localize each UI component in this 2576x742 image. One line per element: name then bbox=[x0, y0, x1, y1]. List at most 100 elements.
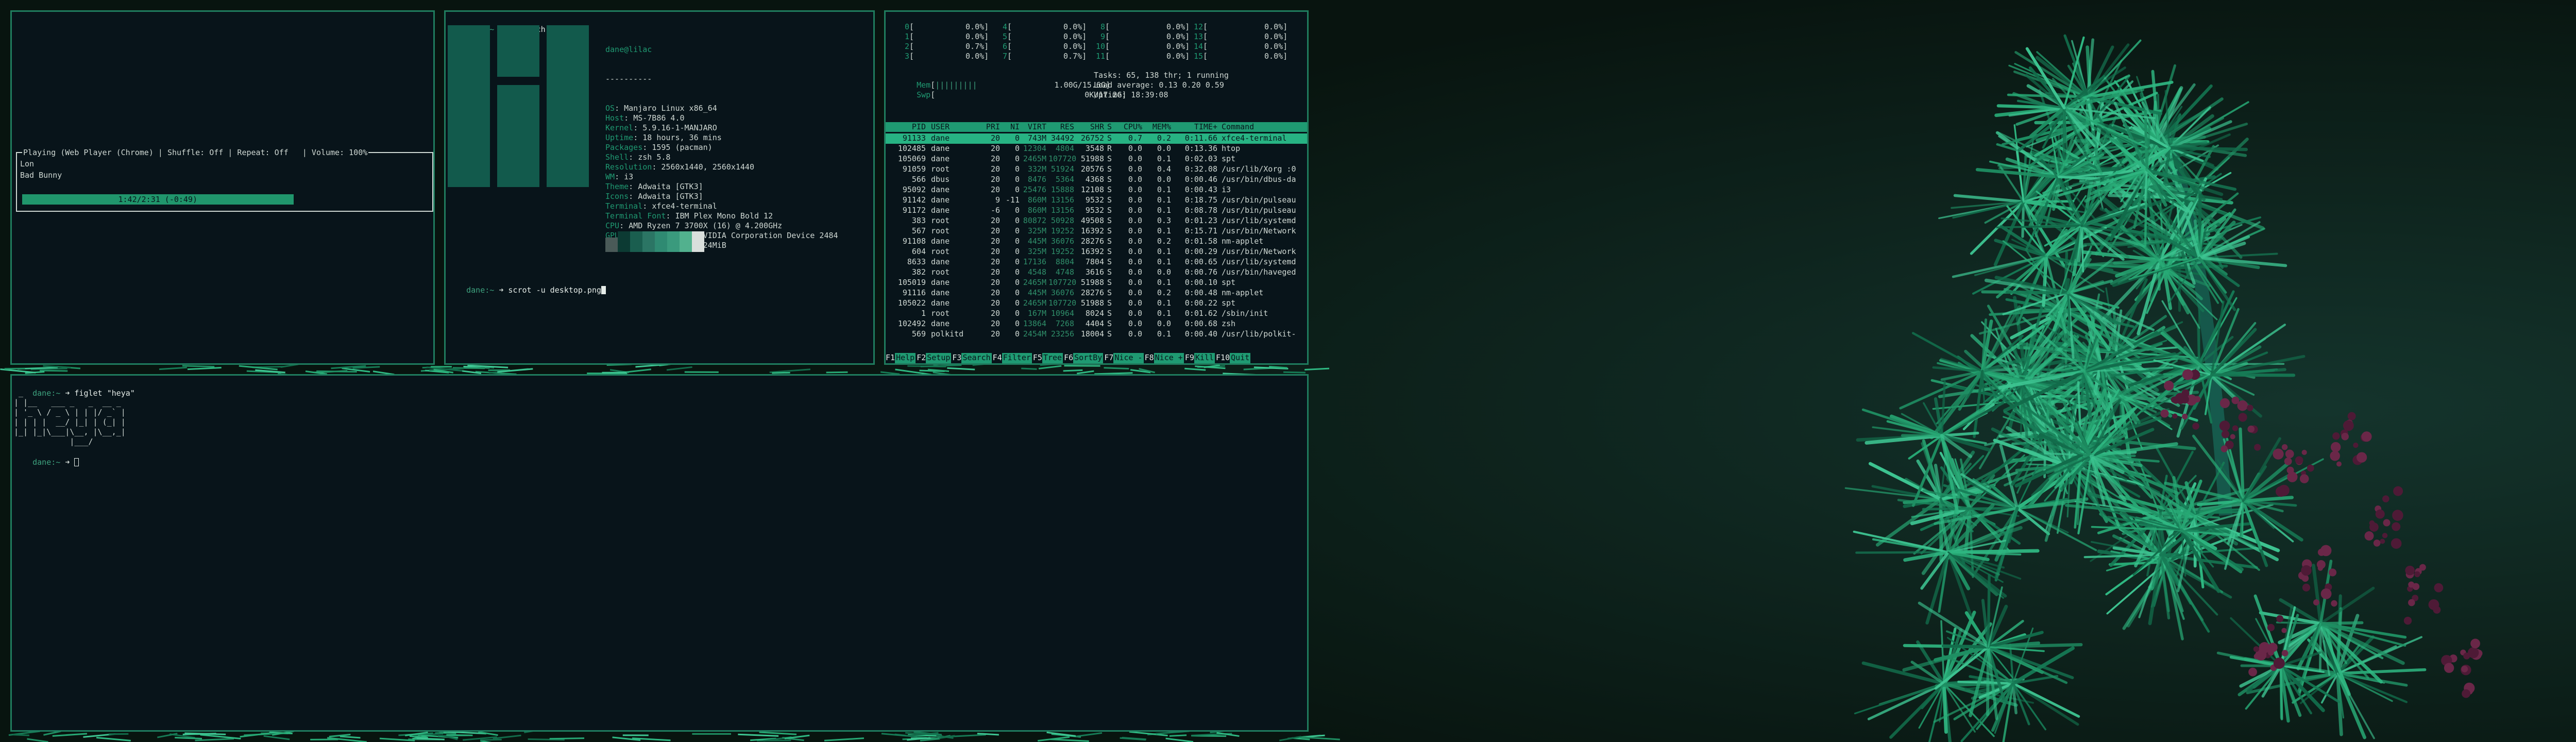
cpu-meter: 9[0.0%] bbox=[1100, 32, 1190, 41]
function-key-f1[interactable]: F1 Help bbox=[886, 353, 916, 363]
function-key-f9[interactable]: F9 Kill bbox=[1185, 353, 1215, 363]
column-header[interactable]: S bbox=[1107, 122, 1116, 132]
process-table-header[interactable]: PID USER PRI NI VIRT RES SHR S CPU% MEM% TIME+ Comm… bbox=[886, 122, 1307, 132]
process-row[interactable]: 91116 dane 20 0 445M 36076 28276 S 0.0 0.2 0:00.48… bbox=[886, 288, 1307, 298]
process-cell: 0.0 bbox=[1128, 216, 1142, 225]
pine-needle bbox=[175, 736, 202, 739]
info-key: Packages bbox=[605, 143, 643, 152]
column-header[interactable]: PRI bbox=[981, 122, 1000, 132]
process-row[interactable]: 105019 dane 20 0 2465M 107720 51988 S 0.0 0.1 0:00… bbox=[886, 278, 1307, 288]
info-value: MS-7B86 4.0 bbox=[633, 113, 685, 123]
column-header[interactable]: TIME+ bbox=[1176, 122, 1217, 132]
function-key-bar[interactable]: F1 Help F2 Setup F3 Search F4 Filter F5 Tree F6 Sor… bbox=[886, 353, 1307, 363]
figlet-terminal[interactable]: dane:~ ➜ figlet "heya" _ | |__ ___ _ _ __… bbox=[10, 374, 1309, 732]
process-cell: 2465M bbox=[1023, 154, 1046, 163]
process-cell: 0 bbox=[1014, 247, 1020, 256]
process-cell: 0 bbox=[1014, 329, 1020, 339]
process-cell: 0.1 bbox=[1157, 185, 1171, 194]
function-key-f7[interactable]: F7 Nice - bbox=[1104, 353, 1144, 363]
process-row[interactable]: 1 root 20 0 167M 10964 8024 S 0.0 0.1 0:01.62/sbin… bbox=[886, 309, 1307, 319]
column-header[interactable]: PID bbox=[889, 122, 926, 132]
process-row[interactable]: 569 polkitd 20 0 2454M 23256 18004 S 0.0 0.1 0:00.… bbox=[886, 329, 1307, 340]
column-header[interactable]: USER bbox=[931, 122, 977, 132]
process-row[interactable]: 91108 dane 20 0 445M 36076 28276 S 0.0 0.2 0:01.58… bbox=[886, 237, 1307, 247]
column-header[interactable]: SHR bbox=[1077, 122, 1104, 132]
neofetch-terminal[interactable]: dane:~ ➜ neofetch dane@lilac ---------- … bbox=[444, 10, 875, 365]
process-table[interactable]: 91133 dane 20 0 743M 34492 26752 S 0.7 0.2 0:11.66… bbox=[886, 133, 1307, 340]
berry bbox=[2247, 404, 2253, 411]
key-label: F4 bbox=[992, 353, 1002, 362]
function-key-f8[interactable]: F8 Nice + bbox=[1145, 353, 1184, 363]
command-text: scrot -u desktop.png bbox=[508, 285, 602, 295]
info-value: AMD Ryzen 7 3700X (16) @ 4.200GHz bbox=[629, 221, 783, 230]
column-header[interactable]: MEM% bbox=[1145, 122, 1171, 132]
process-row[interactable]: 566 dbus 20 0 8476 5364 4368 S 0.0 0.0 0:00.46/usr… bbox=[886, 175, 1307, 185]
process-row[interactable]: 102492 dane 20 0 13864 7268 4404 S 0.0 0.0 0:00.68… bbox=[886, 319, 1307, 329]
berry bbox=[2175, 393, 2187, 404]
column-header[interactable]: NI bbox=[1004, 122, 1020, 132]
process-cell: S bbox=[1107, 164, 1112, 174]
pine-needle bbox=[4, 367, 25, 370]
process-row[interactable]: 95092 dane 20 0 25476 15888 12108 S 0.0 0.1 0:00.4… bbox=[886, 185, 1307, 195]
process-cell: 51988 bbox=[1080, 154, 1104, 163]
process-cell: 102485 bbox=[897, 144, 926, 153]
process-row[interactable]: 91059 root 20 0 332M 51924 20576 S 0.0 0.4 0:32.08… bbox=[886, 164, 1307, 175]
process-row[interactable]: 8633 dane 20 0 17136 8804 7804 S 0.0 0.1 0:00.65/u… bbox=[886, 257, 1307, 267]
process-cell: 0.1 bbox=[1157, 206, 1171, 215]
process-row[interactable]: 604 root 20 0 325M 19252 16392 S 0.0 0.1 0:00.29/u… bbox=[886, 247, 1307, 257]
process-row[interactable]: 567 root 20 0 325M 19252 16392 S 0.0 0.1 0:15.71/u… bbox=[886, 226, 1307, 237]
process-cell: root bbox=[931, 216, 950, 225]
htop-terminal[interactable]: 0[0.0%] 1[0.0%] 2[0.7%] 3[0.0%] 4[0.0%] 5[0.0… bbox=[884, 10, 1309, 365]
palette-swatch bbox=[680, 231, 692, 252]
process-row[interactable]: 102485 dane 20 0 12304 4804 3548 R 0.0 0.0 0:13.36… bbox=[886, 144, 1307, 154]
berry bbox=[2320, 545, 2332, 556]
function-key-f5[interactable]: F5 Tree bbox=[1033, 353, 1063, 363]
process-row[interactable]: 105022 dane 20 0 2465M 107720 51988 S 0.0 0.1 0:00… bbox=[886, 298, 1307, 309]
column-header[interactable]: Command bbox=[1222, 122, 1307, 132]
berry bbox=[2463, 652, 2470, 660]
function-key-f10[interactable]: F10 Quit bbox=[1216, 353, 1251, 363]
process-cell: 2465M bbox=[1023, 278, 1046, 287]
process-cell: 0.0 bbox=[1128, 309, 1142, 318]
playback-progress-bar[interactable]: 1:42/2:31 (-0:49) bbox=[22, 194, 294, 205]
pine-needle bbox=[2241, 500, 2244, 537]
process-cell: S bbox=[1107, 195, 1112, 205]
process-cell: root bbox=[931, 164, 950, 174]
column-header[interactable]: VIRT bbox=[1023, 122, 1046, 132]
music-player-terminal[interactable]: Playing (Web Player (Chrome) | Shuffle: … bbox=[10, 10, 435, 365]
process-cell: 8024 bbox=[1085, 309, 1104, 318]
process-row[interactable]: 91133 dane 20 0 743M 34492 26752 S 0.7 0.2 0:11.66… bbox=[886, 133, 1307, 144]
process-row[interactable]: 382 root 20 0 4548 4748 3616 S 0.0 0.0 0:00.76/usr… bbox=[886, 267, 1307, 278]
berry bbox=[2313, 599, 2319, 605]
berry bbox=[2330, 450, 2340, 461]
function-key-f3[interactable]: F3 Search bbox=[952, 353, 992, 363]
info-row: Resolution: 2560x1440, 2560x1440 bbox=[605, 162, 754, 172]
process-cell: 0:01.23 bbox=[1184, 216, 1217, 225]
process-row[interactable]: 383 root 20 0 80872 50928 49508 S 0.0 0.3 0:01.23 /… bbox=[886, 216, 1307, 226]
process-row[interactable]: 91142 dane 9 -11 860M 13156 9532 S 0.0 0.1 0:18.75… bbox=[886, 195, 1307, 206]
function-key-f4[interactable]: F4 Filter bbox=[993, 353, 1032, 363]
process-cell: 80872 bbox=[1023, 216, 1046, 225]
column-header[interactable]: RES bbox=[1048, 122, 1074, 132]
process-cell: S bbox=[1107, 216, 1112, 225]
cpu-meter: 7[0.7%] bbox=[1002, 52, 1087, 61]
process-row[interactable]: 105069 dane 20 0 2465M 107720 51988 S 0.0 0.1 0:02… bbox=[886, 154, 1307, 164]
key-label: F1 bbox=[886, 353, 895, 362]
process-cell: spt bbox=[1222, 298, 1236, 308]
figlet-output: _ | |__ ___ _ _ __ _ | '_ \ / _ \ | | |/ _… bbox=[14, 388, 126, 447]
process-cell: 9 bbox=[995, 195, 1000, 205]
process-cell: 0 bbox=[1014, 237, 1020, 246]
process-cell: S bbox=[1107, 329, 1112, 339]
cpu-meter: 5[0.0%] bbox=[1002, 32, 1087, 41]
function-key-f6[interactable]: F6 SortBy bbox=[1064, 353, 1104, 363]
berry bbox=[2462, 689, 2470, 698]
function-key-f2[interactable]: F2 Setup bbox=[917, 353, 952, 363]
column-header[interactable]: CPU% bbox=[1120, 122, 1142, 132]
process-cell: S bbox=[1107, 278, 1112, 287]
process-cell: 16392 bbox=[1080, 247, 1104, 256]
process-row[interactable]: 91172 dane -6 0 860M 13156 9532 S 0.0 0.1 0:08.78 /… bbox=[886, 206, 1307, 216]
berry bbox=[2383, 519, 2391, 527]
pine-needle bbox=[1942, 682, 1948, 734]
pine-needle bbox=[1283, 371, 1306, 374]
process-cell: 91133 bbox=[902, 133, 926, 143]
